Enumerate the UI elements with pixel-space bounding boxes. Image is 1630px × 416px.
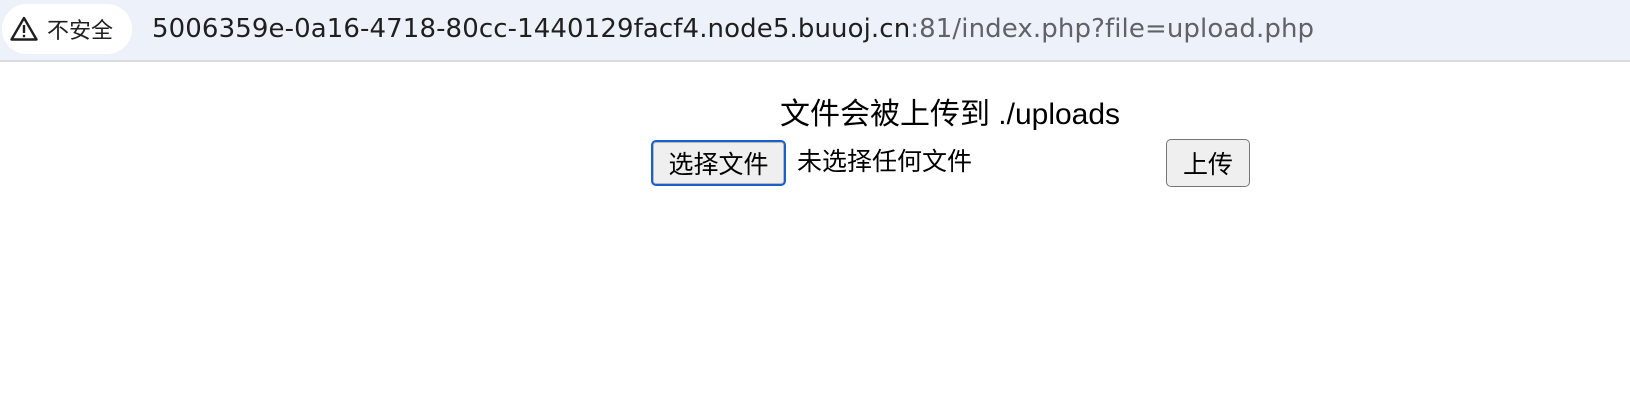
file-status-text: 未选择任何文件 xyxy=(797,147,973,176)
security-label: 不安全 xyxy=(47,19,114,44)
warning-triangle-icon xyxy=(10,16,38,42)
url-field[interactable]: 5006359e-0a16-4718-80cc-1440129facf4.nod… xyxy=(152,12,1314,46)
choose-file-button[interactable]: 选择文件 xyxy=(651,140,786,186)
page-content: 文件会被上传到 ./uploads 选择文件 未选择任何文件 上传 xyxy=(0,64,1630,416)
security-indicator[interactable]: 不安全 xyxy=(2,4,132,54)
page-heading: 文件会被上传到 ./uploads xyxy=(779,98,1121,131)
upload-button[interactable]: 上传 xyxy=(1166,139,1250,187)
url-host: 5006359e-0a16-4718-80cc-1440129facf4.nod… xyxy=(152,14,911,44)
url-path: :81/index.php?file=upload.php xyxy=(910,14,1315,44)
browser-address-bar: 不安全 5006359e-0a16-4718-80cc-1440129facf4… xyxy=(0,0,1630,62)
